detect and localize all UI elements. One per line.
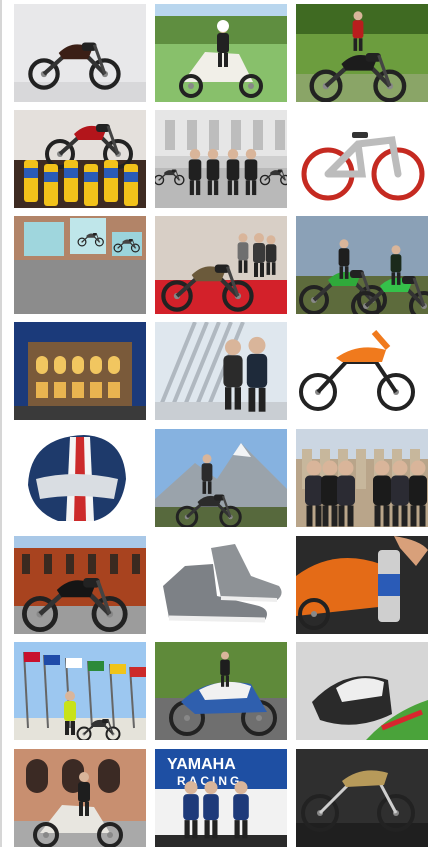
thumbnail-vintage-motorcycle-red-carpet[interactable] bbox=[155, 216, 287, 314]
thumbnail-image bbox=[296, 642, 428, 740]
thumbnail-motorcycle-helmet[interactable] bbox=[14, 429, 146, 527]
thumbnail-people-on-piazza[interactable] bbox=[155, 110, 287, 208]
thumbnail-custom-bike-dark[interactable] bbox=[296, 749, 428, 847]
svg-text:YAMAHA: YAMAHA bbox=[167, 756, 236, 773]
left-border-rule bbox=[0, 0, 2, 847]
thumbnail-image bbox=[14, 536, 146, 634]
thumbnail-motorcycle-with-lube-cans[interactable] bbox=[14, 110, 146, 208]
thumbnail-image bbox=[155, 216, 287, 314]
thumbnail-image bbox=[14, 110, 146, 208]
thumbnail-building-at-dusk[interactable] bbox=[14, 322, 146, 420]
thumbnail-image bbox=[296, 110, 428, 208]
thumbnail-minicross-bike[interactable] bbox=[296, 322, 428, 420]
thumbnail-superbike-on-track[interactable] bbox=[155, 642, 287, 740]
thumbnail-image bbox=[14, 749, 146, 847]
thumbnail-yamaha-racing-stage[interactable]: YAMAHA RACING bbox=[155, 749, 287, 847]
thumbnail-image bbox=[155, 536, 287, 634]
thumbnail-classic-motorcycle[interactable] bbox=[14, 4, 146, 102]
thumbnail-grid: YAMAHA RACING bbox=[14, 4, 428, 847]
thumbnail-scooter-in-city[interactable] bbox=[14, 749, 146, 847]
thumbnail-image bbox=[14, 429, 146, 527]
thumbnail-image: YAMAHA RACING bbox=[155, 749, 287, 847]
thumbnail-product-box[interactable] bbox=[14, 216, 146, 314]
thumbnail-image bbox=[155, 4, 287, 102]
thumbnail-e-bike[interactable] bbox=[296, 110, 428, 208]
thumbnail-motorcycle-by-brick-building[interactable] bbox=[14, 536, 146, 634]
thumbnail-motorcycle-shoes[interactable] bbox=[155, 536, 287, 634]
thumbnail-image bbox=[155, 642, 287, 740]
thumbnail-image bbox=[14, 216, 146, 314]
thumbnail-image bbox=[155, 110, 287, 208]
thumbnail-image bbox=[14, 642, 146, 740]
thumbnail-motocross-riders[interactable] bbox=[296, 216, 428, 314]
thumbnail-couple-walking[interactable] bbox=[155, 322, 287, 420]
thumbnail-spray-can-and-bike[interactable] bbox=[296, 536, 428, 634]
thumbnail-image bbox=[296, 322, 428, 420]
thumbnail-scooter-rider[interactable] bbox=[155, 4, 287, 102]
thumbnail-officials-ceremony[interactable] bbox=[296, 429, 428, 527]
thumbnail-flags-and-riders[interactable] bbox=[14, 642, 146, 740]
thumbnail-image bbox=[155, 322, 287, 420]
thumbnail-image bbox=[14, 4, 146, 102]
thumbnail-racer-leaning[interactable] bbox=[296, 642, 428, 740]
thumbnail-image bbox=[155, 429, 287, 527]
thumbnail-rider-in-mountains[interactable] bbox=[155, 429, 287, 527]
thumbnail-image bbox=[296, 429, 428, 527]
thumbnail-sport-motorcycle[interactable] bbox=[296, 4, 428, 102]
thumbnail-image bbox=[296, 4, 428, 102]
thumbnail-image bbox=[296, 216, 428, 314]
thumbnail-image bbox=[14, 322, 146, 420]
thumbnail-image bbox=[296, 536, 428, 634]
thumbnail-image bbox=[296, 749, 428, 847]
